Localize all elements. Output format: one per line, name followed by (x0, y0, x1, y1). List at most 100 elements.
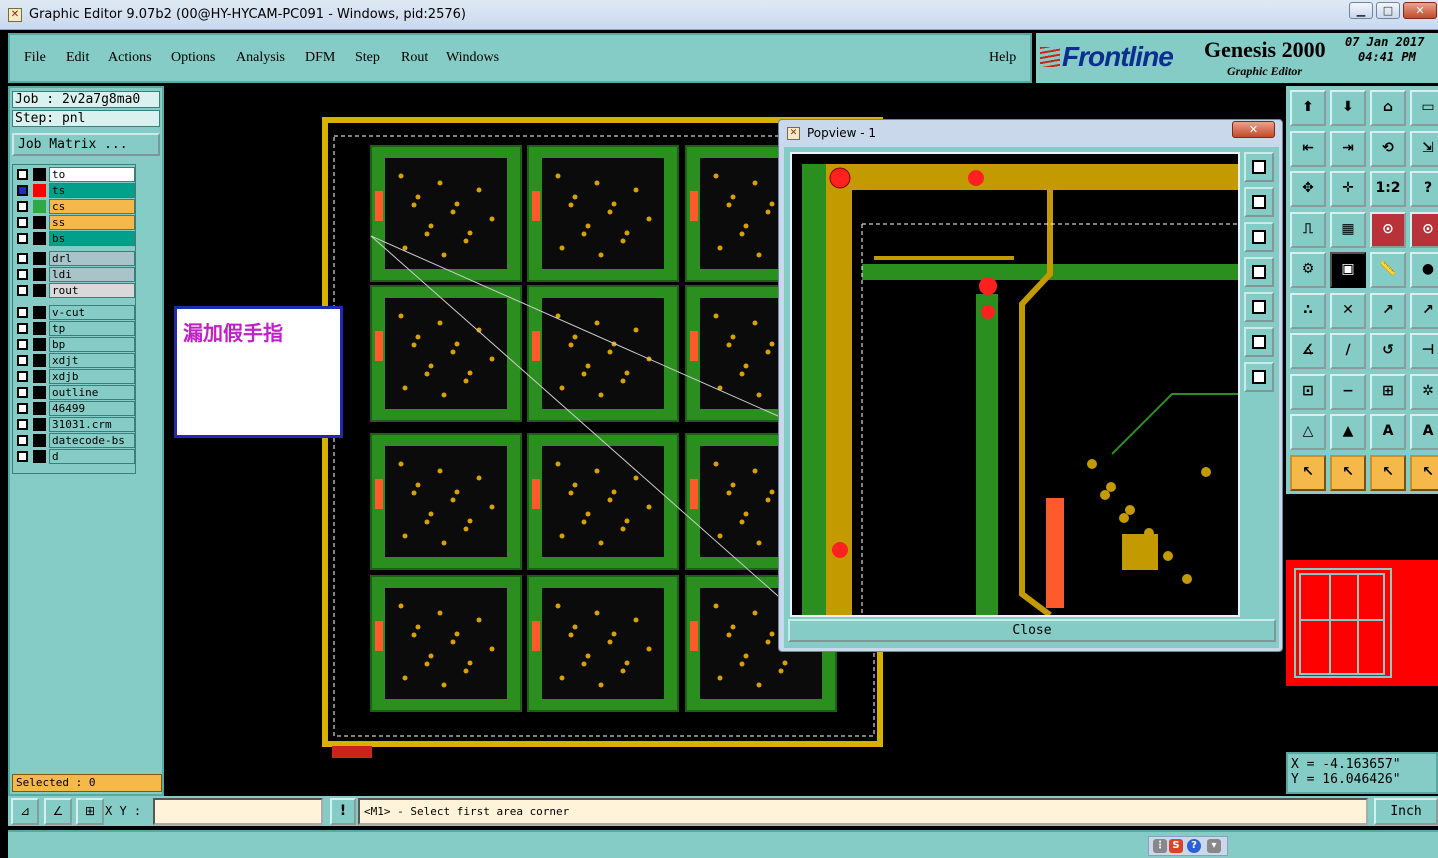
layer-name[interactable]: bp (49, 337, 135, 352)
select-tool[interactable]: ▣ (1330, 252, 1366, 288)
popview-pan-down-tool[interactable] (1244, 222, 1274, 252)
layer-row-outline[interactable]: outline (15, 385, 135, 400)
layer-name[interactable]: ts (49, 183, 135, 198)
snap2-tool[interactable]: ⊙ (1410, 211, 1438, 248)
menu-edit[interactable]: Edit (66, 50, 89, 66)
layer-row-datecode-bs[interactable]: datecode-bs (15, 433, 135, 448)
job-matrix-button[interactable]: Job Matrix ... (12, 133, 160, 156)
pointer2-tool[interactable]: ↖ (1330, 454, 1366, 491)
menu-step[interactable]: Step (355, 50, 380, 66)
question-tool[interactable]: ? (1410, 171, 1438, 207)
layer-row-ts[interactable]: ts (15, 183, 135, 198)
layer-checkbox[interactable] (17, 307, 28, 318)
snap-tool[interactable]: ⊙ (1370, 211, 1406, 248)
ratio-tool[interactable]: ⟲ (1370, 130, 1406, 167)
layer-checkbox[interactable] (17, 403, 28, 414)
pointer3-tool[interactable]: ↖ (1370, 454, 1406, 491)
layer-name[interactable]: xdjt (49, 353, 135, 368)
layer-checkbox[interactable] (17, 201, 28, 212)
layer-checkbox[interactable] (17, 233, 28, 244)
popview-close-x-button[interactable]: ✕ (1232, 121, 1275, 138)
expand-tool[interactable]: ⇲ (1410, 130, 1438, 167)
layer-name[interactable]: d (49, 449, 135, 464)
minus-tool[interactable]: − (1330, 373, 1366, 410)
layer-color-swatch[interactable] (33, 354, 46, 367)
layer-name[interactable]: rout (49, 283, 135, 298)
menu-actions[interactable]: Actions (108, 50, 152, 66)
menu-dfm[interactable]: DFM (305, 50, 335, 66)
menu-windows[interactable]: Windows (446, 50, 499, 66)
help-tray-icon[interactable]: ? (1187, 839, 1201, 853)
layer-name[interactable]: drl (49, 251, 135, 266)
layer-color-swatch[interactable] (33, 450, 46, 463)
layer-checkbox[interactable] (17, 269, 28, 280)
pointer4-tool[interactable]: ↖ (1410, 454, 1438, 491)
layer-color-swatch[interactable] (33, 168, 46, 181)
grid-tool[interactable]: ▦ (1330, 211, 1366, 248)
layer-row-xdjt[interactable]: xdjt (15, 353, 135, 368)
layer-name[interactable]: v-cut (49, 305, 135, 320)
maximize-button[interactable]: □ (1376, 2, 1400, 19)
pad2-tool[interactable]: ⊡ (1290, 373, 1326, 410)
layer-row-d[interactable]: d (15, 449, 135, 464)
arrow-right-tool[interactable]: ⇥ (1330, 130, 1366, 167)
layer-row-drl[interactable]: drl (15, 251, 135, 266)
triangle2-tool[interactable]: ▲ (1330, 414, 1366, 450)
layer-checkbox[interactable] (17, 323, 28, 334)
layer-color-swatch[interactable] (33, 386, 46, 399)
menu-file[interactable]: File (24, 50, 46, 66)
warning-button[interactable]: ! (330, 798, 356, 825)
layer-row-bp[interactable]: bp (15, 337, 135, 352)
line2-tool[interactable]: ↗ (1410, 292, 1438, 329)
feature-tool[interactable]: ⚙ (1290, 252, 1326, 288)
layer-name[interactable]: 46499 (49, 401, 135, 416)
layer-name[interactable]: datecode-bs (49, 433, 135, 448)
symbol-tool[interactable]: ⊞ (1370, 373, 1406, 410)
ruler-tool[interactable]: 📏 (1370, 252, 1406, 288)
layer-color-swatch[interactable] (33, 338, 46, 351)
layer-checkbox[interactable] (17, 217, 28, 228)
layer-checkbox[interactable] (17, 451, 28, 462)
layer-color-swatch[interactable] (33, 306, 46, 319)
layer-name[interactable]: tp (49, 321, 135, 336)
slash-tool[interactable]: ∕ (1330, 333, 1366, 369)
layer-name[interactable]: xdjb (49, 369, 135, 384)
layer-checkbox[interactable] (17, 339, 28, 350)
layer-name[interactable]: cs (49, 199, 135, 214)
s-tray-icon[interactable]: S (1169, 839, 1183, 853)
menu-analysis[interactable]: Analysis (236, 50, 285, 66)
home-tool[interactable]: ⌂ (1370, 90, 1406, 126)
layer-name[interactable]: to (49, 167, 135, 182)
cross-tool[interactable]: ✕ (1330, 292, 1366, 329)
layer-checkbox[interactable] (17, 285, 28, 296)
menu-rout[interactable]: Rout (401, 50, 428, 66)
layer-checkbox[interactable] (17, 253, 28, 264)
popview-close-button[interactable]: Close (788, 619, 1276, 642)
layer-row-tp[interactable]: tp (15, 321, 135, 336)
layer-row-cs[interactable]: cs (15, 199, 135, 214)
units-button[interactable]: Inch (1374, 798, 1438, 825)
center-tool[interactable]: ✛ (1330, 171, 1366, 207)
close-window-button[interactable]: ✕ (1403, 2, 1437, 19)
a-tool[interactable]: A (1370, 414, 1406, 450)
menu-options[interactable]: Options (171, 50, 215, 66)
layer-color-swatch[interactable] (33, 284, 46, 297)
home-up-tool[interactable]: ⬆ (1290, 90, 1326, 126)
arc-tool[interactable]: ↺ (1370, 333, 1406, 369)
popview-pan-up-tool[interactable] (1244, 187, 1274, 217)
popview-pan-right-tool[interactable] (1244, 292, 1274, 322)
arrow-left-tool[interactable]: ⇤ (1290, 130, 1326, 167)
layer-name[interactable]: ss (49, 215, 135, 230)
rectangle-tool[interactable]: ▭ (1410, 90, 1438, 126)
layer-name[interactable]: bs (49, 231, 135, 246)
layer-row-ldi[interactable]: ldi (15, 267, 135, 282)
layer-row-bs[interactable]: bs (15, 231, 135, 246)
a2-tool[interactable]: A (1410, 414, 1438, 450)
layer-color-swatch[interactable] (33, 184, 46, 197)
layer-color-swatch[interactable] (33, 402, 46, 415)
popview-fit-tool[interactable] (1244, 362, 1274, 392)
home-down-tool[interactable]: ⬇ (1330, 90, 1366, 126)
circle-tool[interactable]: ● (1410, 252, 1438, 288)
layer-color-swatch[interactable] (33, 232, 46, 245)
popview-zoom-out-tool[interactable] (1244, 327, 1274, 357)
